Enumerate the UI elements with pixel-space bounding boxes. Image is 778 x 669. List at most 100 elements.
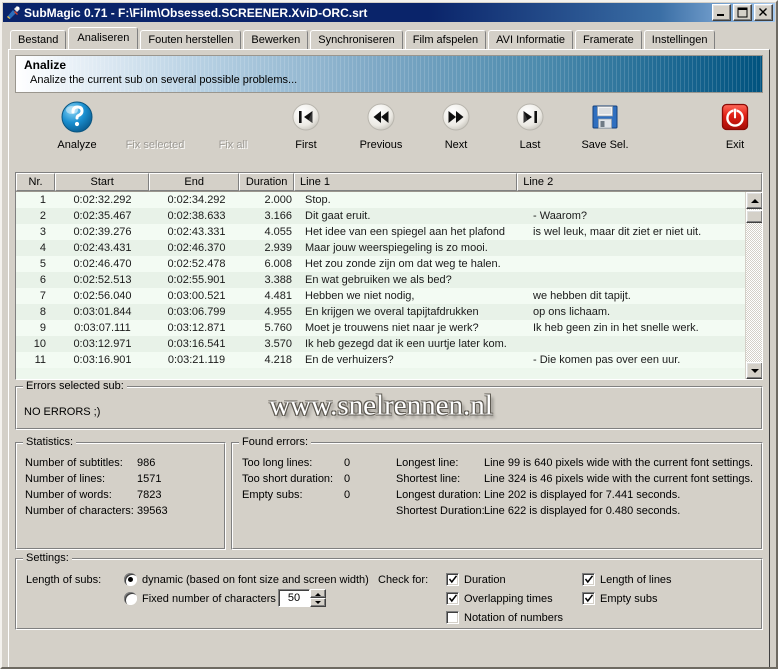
submagic-icon	[5, 4, 21, 21]
fixed-characters-spinner[interactable]	[310, 589, 326, 607]
table-row[interactable]: 8 0:03:01.844 0:03:06.799 4.955 En krijg…	[16, 304, 762, 320]
stat-value: 7823	[137, 489, 162, 501]
spinner-up-button[interactable]	[310, 589, 326, 598]
first-button[interactable]: First	[270, 98, 342, 151]
column-header-duration[interactable]: Duration	[239, 173, 295, 191]
radio-fixed[interactable]	[124, 592, 137, 605]
cell-line1: En krijgen we overal tapijtafdrukken	[305, 306, 479, 318]
found-errors-group: Found errors: Too long lines: 0 Too shor…	[231, 436, 763, 550]
cell-nr: 4	[39, 242, 46, 254]
toolbar-label: Save Sel.	[581, 139, 629, 151]
exit-button[interactable]: Exit	[699, 98, 771, 151]
cell-line1: Het zou zonde zijn om dat weg te halen.	[305, 258, 501, 270]
tab-instellingen[interactable]: Instellingen	[643, 30, 716, 49]
checkbox-duration[interactable]	[446, 573, 459, 586]
cell-end: 0:02:38.633	[167, 210, 226, 222]
column-header-line2[interactable]: Line 2	[517, 173, 762, 191]
cell-line1: Maar jouw weerspiegeling is zo mooi.	[305, 242, 488, 254]
check-icon	[448, 575, 458, 584]
cell-end: 0:03:12.871	[167, 322, 226, 334]
cell-nr: 8	[39, 306, 46, 318]
cell-line1: Hebben we niet nodig,	[305, 290, 415, 302]
tab-fouten-herstellen[interactable]: Fouten herstellen	[140, 30, 242, 49]
detail-label: Longest line:	[396, 457, 459, 469]
main-tab-bar: Bestand Analiseren Fouten herstellen Bew…	[10, 27, 776, 49]
tab-synchroniseren[interactable]: Synchroniseren	[310, 30, 403, 49]
table-row[interactable]: 3 0:02:39.276 0:02:43.331 4.055 Het idee…	[16, 224, 762, 240]
stat-label: Number of words:	[25, 489, 112, 501]
cell-nr: 7	[39, 290, 46, 302]
cell-duration: 2.000	[264, 194, 292, 206]
cell-start: 0:02:56.040	[73, 290, 132, 302]
checkbox-overlapping-times[interactable]	[446, 592, 459, 605]
table-row[interactable]: 1 0:02:32.292 0:02:34.292 2.000 Stop.	[16, 192, 762, 208]
fix-all-button[interactable]: Fix all	[197, 98, 269, 151]
minimize-button[interactable]	[712, 4, 731, 21]
checkbox-empty-subs[interactable]	[582, 592, 595, 605]
cell-end: 0:03:21.119	[167, 354, 226, 366]
cell-line2	[528, 240, 758, 256]
tab-bestand[interactable]: Bestand	[10, 30, 67, 49]
scroll-up-button[interactable]	[746, 192, 762, 209]
column-header-end[interactable]: End	[149, 173, 240, 191]
maximize-button[interactable]	[733, 4, 752, 21]
tab-analiseren[interactable]: Analiseren	[68, 27, 139, 49]
scrollbar-thumb[interactable]	[746, 210, 762, 223]
check-icon	[584, 575, 594, 584]
window-title: SubMagic 0.71 - F:\Film\Obsessed.SCREENE…	[24, 5, 368, 20]
subtitle-list[interactable]: Nr. Start End Duration Line 1 Line 2 1 0…	[15, 172, 763, 380]
checkbox-duration-label[interactable]: Duration	[464, 574, 506, 586]
tab-bewerken[interactable]: Bewerken	[243, 30, 309, 49]
last-button[interactable]: Last	[494, 98, 566, 151]
fix-selected-button[interactable]: Fix selected	[119, 98, 191, 151]
column-header-start[interactable]: Start	[55, 173, 150, 191]
checkbox-length-of-lines-label[interactable]: Length of lines	[600, 574, 672, 586]
found-error-value: 0	[344, 473, 351, 485]
table-row[interactable]: 6 0:02:52.513 0:02:55.901 3.388 En wat g…	[16, 272, 762, 288]
detail-label: Shortest line:	[396, 473, 461, 485]
question-ball-icon	[41, 98, 113, 136]
cell-line2: - Waarom?	[533, 210, 587, 222]
tab-framerate[interactable]: Framerate	[575, 30, 642, 49]
detail-value: Line 622 is displayed for 0.480 seconds.	[484, 505, 681, 517]
list-vertical-scrollbar[interactable]	[745, 192, 762, 379]
radio-fixed-label[interactable]: Fixed number of characters	[142, 593, 276, 605]
next-button[interactable]: Next	[420, 98, 492, 151]
detail-label: Shortest Duration:	[396, 505, 485, 517]
cell-nr: 3	[39, 226, 46, 238]
table-row[interactable]: 9 0:03:07.111 0:03:12.871 5.760 Moet je …	[16, 320, 762, 336]
table-row[interactable]: 7 0:02:56.040 0:03:00.521 4.481 Hebben w…	[16, 288, 762, 304]
column-header-nr[interactable]: Nr.	[16, 173, 56, 191]
close-button[interactable]	[754, 4, 773, 21]
checkbox-notation-of-numbers-label[interactable]: Notation of numbers	[464, 612, 563, 624]
cell-end: 0:02:43.331	[167, 226, 226, 238]
checkbox-empty-subs-label[interactable]: Empty subs	[600, 593, 657, 605]
radio-dynamic-label[interactable]: dynamic (based on font size and screen w…	[142, 574, 369, 586]
table-row[interactable]: 2 0:02:35.467 0:02:38.633 3.166 Dit gaat…	[16, 208, 762, 224]
cell-start: 0:03:16.901	[73, 354, 132, 366]
table-row[interactable]: 5 0:02:46.470 0:02:52.478 6.008 Het zou …	[16, 256, 762, 272]
checkbox-overlapping-times-label[interactable]: Overlapping times	[464, 593, 553, 605]
scroll-down-button[interactable]	[746, 362, 762, 379]
spinner-down-button[interactable]	[310, 598, 326, 607]
fixed-characters-input[interactable]	[278, 589, 310, 607]
cell-line1: Ik heb gezegd dat ik een uurtje later ko…	[305, 338, 507, 350]
radio-dynamic[interactable]	[124, 573, 137, 586]
analyze-button[interactable]: Analyze	[41, 98, 113, 151]
tab-film-afspelen[interactable]: Film afspelen	[404, 30, 487, 49]
table-row[interactable]: 10 0:03:12.971 0:03:16.541 3.570 Ik heb …	[16, 336, 762, 352]
table-row[interactable]: 11 0:03:16.901 0:03:21.119 4.218 En de v…	[16, 352, 762, 368]
checkbox-notation-of-numbers[interactable]	[446, 611, 459, 624]
checkbox-length-of-lines[interactable]	[582, 573, 595, 586]
page-subtitle: Analize the current sub on several possi…	[30, 74, 298, 86]
group-title: Errors selected sub:	[23, 380, 127, 392]
save-selection-button[interactable]: Save Sel.	[569, 98, 641, 151]
column-header-line1[interactable]: Line 1	[294, 173, 518, 191]
cell-line2	[528, 272, 758, 288]
subtitle-list-body[interactable]: 1 0:02:32.292 0:02:34.292 2.000 Stop. 2 …	[16, 192, 762, 379]
toolbar-label: Next	[444, 139, 468, 151]
table-row[interactable]: 4 0:02:43.431 0:02:46.370 2.939 Maar jou…	[16, 240, 762, 256]
previous-button[interactable]: Previous	[345, 98, 417, 151]
tab-avi-informatie[interactable]: AVI Informatie	[488, 30, 574, 49]
cell-duration: 4.055	[264, 226, 292, 238]
